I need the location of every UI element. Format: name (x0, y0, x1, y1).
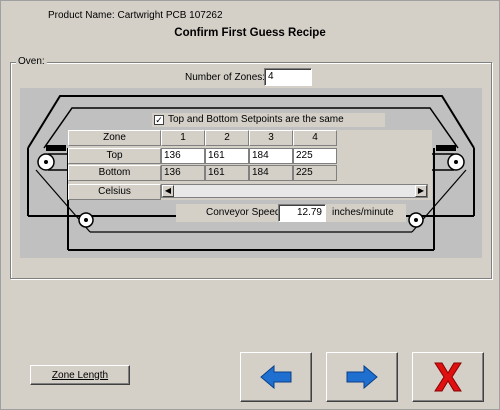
bottom-setpoint-cell: 136 (161, 165, 205, 181)
zone-number: 3 (249, 130, 293, 146)
back-button[interactable] (240, 352, 312, 402)
page-title: Confirm First Guess Recipe (174, 27, 326, 39)
row-label-bottom: Bottom (68, 165, 161, 181)
zone-number: 2 (205, 130, 249, 146)
bottom-setpoint-cell: 184 (249, 165, 293, 181)
zones-input[interactable]: 4 (264, 68, 312, 86)
conveyor-speed-box: Conveyor Speed: 12.79 inches/minute (176, 204, 406, 222)
same-setpoints-checkbox[interactable]: ✓ (154, 115, 164, 125)
conveyor-speed-input[interactable]: 12.79 (278, 204, 326, 222)
top-setpoint-cell[interactable]: 161 (205, 148, 249, 164)
conveyor-speed-label: Conveyor Speed: (206, 207, 284, 218)
zone-length-label: Zone Length (51, 369, 109, 381)
same-setpoints-label: Top and Bottom Setpoints are the same (168, 114, 344, 125)
setpoint-grid: Zone 1 2 3 4 Top 136 161 184 225 Bottom … (68, 130, 432, 200)
top-setpoint-cell[interactable]: 184 (249, 148, 293, 164)
bottom-setpoint-cell: 161 (205, 165, 249, 181)
top-setpoint-cell[interactable]: 225 (293, 148, 337, 164)
next-button[interactable] (326, 352, 398, 402)
product-name: Product Name: Cartwright PCB 107262 (48, 10, 223, 21)
zone-number: 1 (161, 130, 205, 146)
grid-horizontal-scrollbar[interactable]: ◀ ▶ (161, 184, 428, 198)
zone-length-button[interactable]: Zone Length (30, 365, 130, 385)
scroll-left-icon[interactable]: ◀ (162, 185, 174, 197)
conveyor-speed-unit: inches/minute (332, 207, 394, 218)
left-arrow-icon (260, 364, 292, 390)
red-x-icon (434, 362, 462, 392)
top-setpoint-cell[interactable]: 136 (161, 148, 205, 164)
oven-group-label: Oven: (16, 56, 47, 67)
zone-number: 4 (293, 130, 337, 146)
row-label-top: Top (68, 148, 161, 164)
zone-header: Zone (68, 130, 161, 146)
cancel-button[interactable] (412, 352, 484, 402)
units-label: Celsius (68, 184, 161, 200)
zones-label: Number of Zones: (185, 72, 266, 83)
same-setpoints-row[interactable]: ✓ Top and Bottom Setpoints are the same (152, 113, 385, 127)
scroll-right-icon[interactable]: ▶ (415, 185, 427, 197)
right-arrow-icon (346, 364, 378, 390)
bottom-setpoint-cell: 225 (293, 165, 337, 181)
